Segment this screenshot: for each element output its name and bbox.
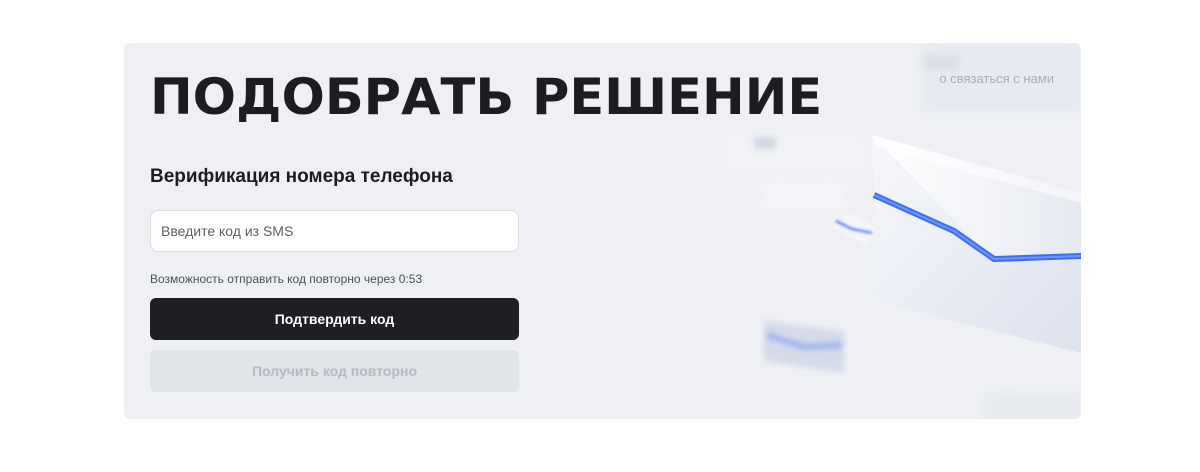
verification-heading: Верификация номера телефона: [150, 166, 453, 187]
sms-code-input[interactable]: [150, 210, 519, 252]
page-title: ПОДОБРАТЬ РЕШЕНИЕ: [150, 68, 823, 126]
resend-code-button[interactable]: Получить код повторно: [150, 350, 519, 392]
resend-countdown-text: Возможность отправить код повторно через…: [150, 272, 423, 286]
contact-link[interactable]: о связаться с нами: [939, 71, 1054, 86]
confirm-code-button[interactable]: Подтвердить код: [150, 298, 519, 340]
solution-card: ПОДОБРАТЬ РЕШЕНИЕ о связаться с нами Вер…: [124, 43, 1081, 419]
